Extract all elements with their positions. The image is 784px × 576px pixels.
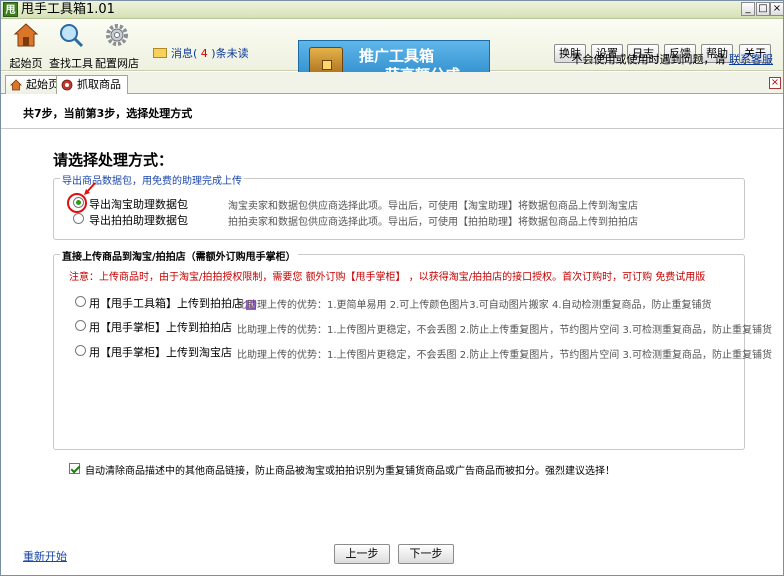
promo-banner-line1: 推广工具箱: [359, 47, 435, 65]
direct-upload-legend: 直接上传商品到淘宝/拍拍店（需额外订购甩手掌柜）: [60, 248, 298, 263]
close-button[interactable]: ×: [770, 2, 784, 16]
export-taobao-desc: 淘宝卖家和数据包供应商选择此项。导出后，可使用【淘宝助理】将数据包商品上传到淘宝…: [228, 201, 638, 212]
upload-manager-paipai-label[interactable]: 用【甩手掌柜】上传到拍拍店: [89, 319, 232, 335]
free-trial-link[interactable]: 免费试用版: [655, 272, 705, 283]
toolbar-configure-shop-button[interactable]: 配置网店: [92, 22, 142, 70]
step-text: 共7步，当前第3步，选择处理方式: [23, 107, 193, 120]
restart-link[interactable]: 重新开始: [23, 548, 67, 564]
upload-toolbox-paipai-label[interactable]: 用【甩手工具箱】上传到拍拍店荐: [89, 295, 256, 311]
export-paipai-desc: 拍拍卖家和数据包供应商选择此项。导出后，可使用【拍拍助理】将数据包商品上传到拍拍…: [228, 217, 638, 228]
toolbar-configure-shop-label: 配置网店: [95, 57, 139, 70]
contact-support-link[interactable]: 联系客服: [729, 53, 773, 66]
export-taobao-label[interactable]: 导出淘宝助理数据包: [89, 196, 188, 212]
upload-manager-taobao-desc: 比助理上传的优势：1.上传图片更稳定，不会丢图 2.防止上传重复图片，节约图片空…: [237, 350, 772, 361]
export-taobao-radio[interactable]: [73, 197, 84, 208]
next-step-button[interactable]: 下一步: [398, 544, 454, 564]
capture-icon: [61, 79, 73, 91]
upload-note-b: 额外订购【甩手掌柜】: [305, 272, 406, 283]
upload-toolbox-paipai-text: 用【甩手工具箱】上传到拍拍店: [89, 297, 243, 310]
toolbar-find-tools-button[interactable]: 查找工具: [46, 22, 96, 70]
help-text: 不会使用或使用时遇到问题，请: [571, 53, 726, 66]
toolbar-home-label: 起始页: [9, 57, 43, 70]
prev-step-button[interactable]: 上一步: [334, 544, 390, 564]
step-indicator: 共7步，当前第3步，选择处理方式: [1, 95, 783, 129]
title-bar: 甩 甩手工具箱1.01 _ □ ×: [1, 1, 784, 19]
clear-links-checkbox[interactable]: [69, 463, 80, 474]
home-icon: [13, 23, 39, 47]
magnifier-icon: [60, 24, 84, 48]
upload-toolbox-paipai-radio[interactable]: [75, 296, 86, 307]
upload-toolbox-paipai-desc: 比助理上传的优势：1.更简单易用 2.可上传颜色图片3.可自动图片搬家 4.自动…: [237, 300, 712, 311]
minimize-button[interactable]: _: [741, 2, 755, 16]
maximize-button[interactable]: □: [756, 2, 770, 16]
export-paipai-label[interactable]: 导出拍拍助理数据包: [89, 212, 188, 228]
message-notice[interactable]: 消息( 4 )条未读: [153, 45, 249, 61]
pointer-arrow-icon: [84, 182, 96, 195]
upload-manager-paipai-radio[interactable]: [75, 320, 86, 331]
upload-manager-taobao-radio[interactable]: [75, 345, 86, 356]
window-title: 甩手工具箱1.01: [21, 2, 115, 17]
toolbar-home-button[interactable]: 起始页: [1, 22, 51, 70]
toolbar-find-tools-label: 查找工具: [49, 57, 93, 70]
upload-manager-paipai-desc: 比助理上传的优势：1.上传图片更稳定，不会丢图 2.防止上传重复图片，节约图片空…: [237, 325, 772, 336]
home-icon: [10, 79, 22, 91]
page-title: 请选择处理方式：: [53, 151, 174, 169]
gear-icon: [106, 24, 128, 46]
clear-links-label[interactable]: 自动清除商品描述中的其他商品链接，防止商品被淘宝或拍拍识别为重复铺货商品或广告商…: [85, 462, 615, 477]
app-logo-icon: 甩: [3, 2, 18, 17]
footer: 重新开始 上一步 下一步: [1, 538, 783, 575]
export-paipai-radio[interactable]: [73, 213, 84, 224]
upload-manager-taobao-label[interactable]: 用【甩手掌柜】上传到淘宝店: [89, 344, 232, 360]
envelope-icon: [153, 48, 167, 58]
message-suffix: )条未读: [211, 47, 249, 60]
upload-note-a: 注意：上传商品时，由于淘宝/拍拍授权限制，需要您: [69, 272, 303, 283]
upload-note: 注意：上传商品时，由于淘宝/拍拍授权限制，需要您 额外订购【甩手掌柜】 ，以获得…: [69, 268, 705, 283]
tab-start-page-label: 起始页: [26, 78, 59, 91]
message-count: 4: [200, 47, 208, 60]
main-panel: 请选择处理方式： 导出商品数据包，用免费的助理完成上传 导出淘宝助理数据包 淘宝…: [1, 130, 783, 538]
message-prefix: 消息(: [171, 47, 198, 60]
tab-capture-products-label: 抓取商品: [77, 78, 121, 91]
upload-note-c: ，以获得淘宝/拍拍店的接口授权。首次订购时，可订购: [408, 272, 653, 283]
tab-capture-products[interactable]: 抓取商品: [56, 75, 128, 94]
app-window: 甩 甩手工具箱1.01 _ □ × 起始页 查找工具 配置网店 消息(4)条…: [0, 0, 784, 576]
close-tab-icon[interactable]: ×: [769, 77, 781, 89]
tab-bar: 起始页 抓取商品 ×: [1, 72, 783, 94]
help-line: 不会使用或使用时遇到问题，请 联系客服: [572, 51, 774, 67]
